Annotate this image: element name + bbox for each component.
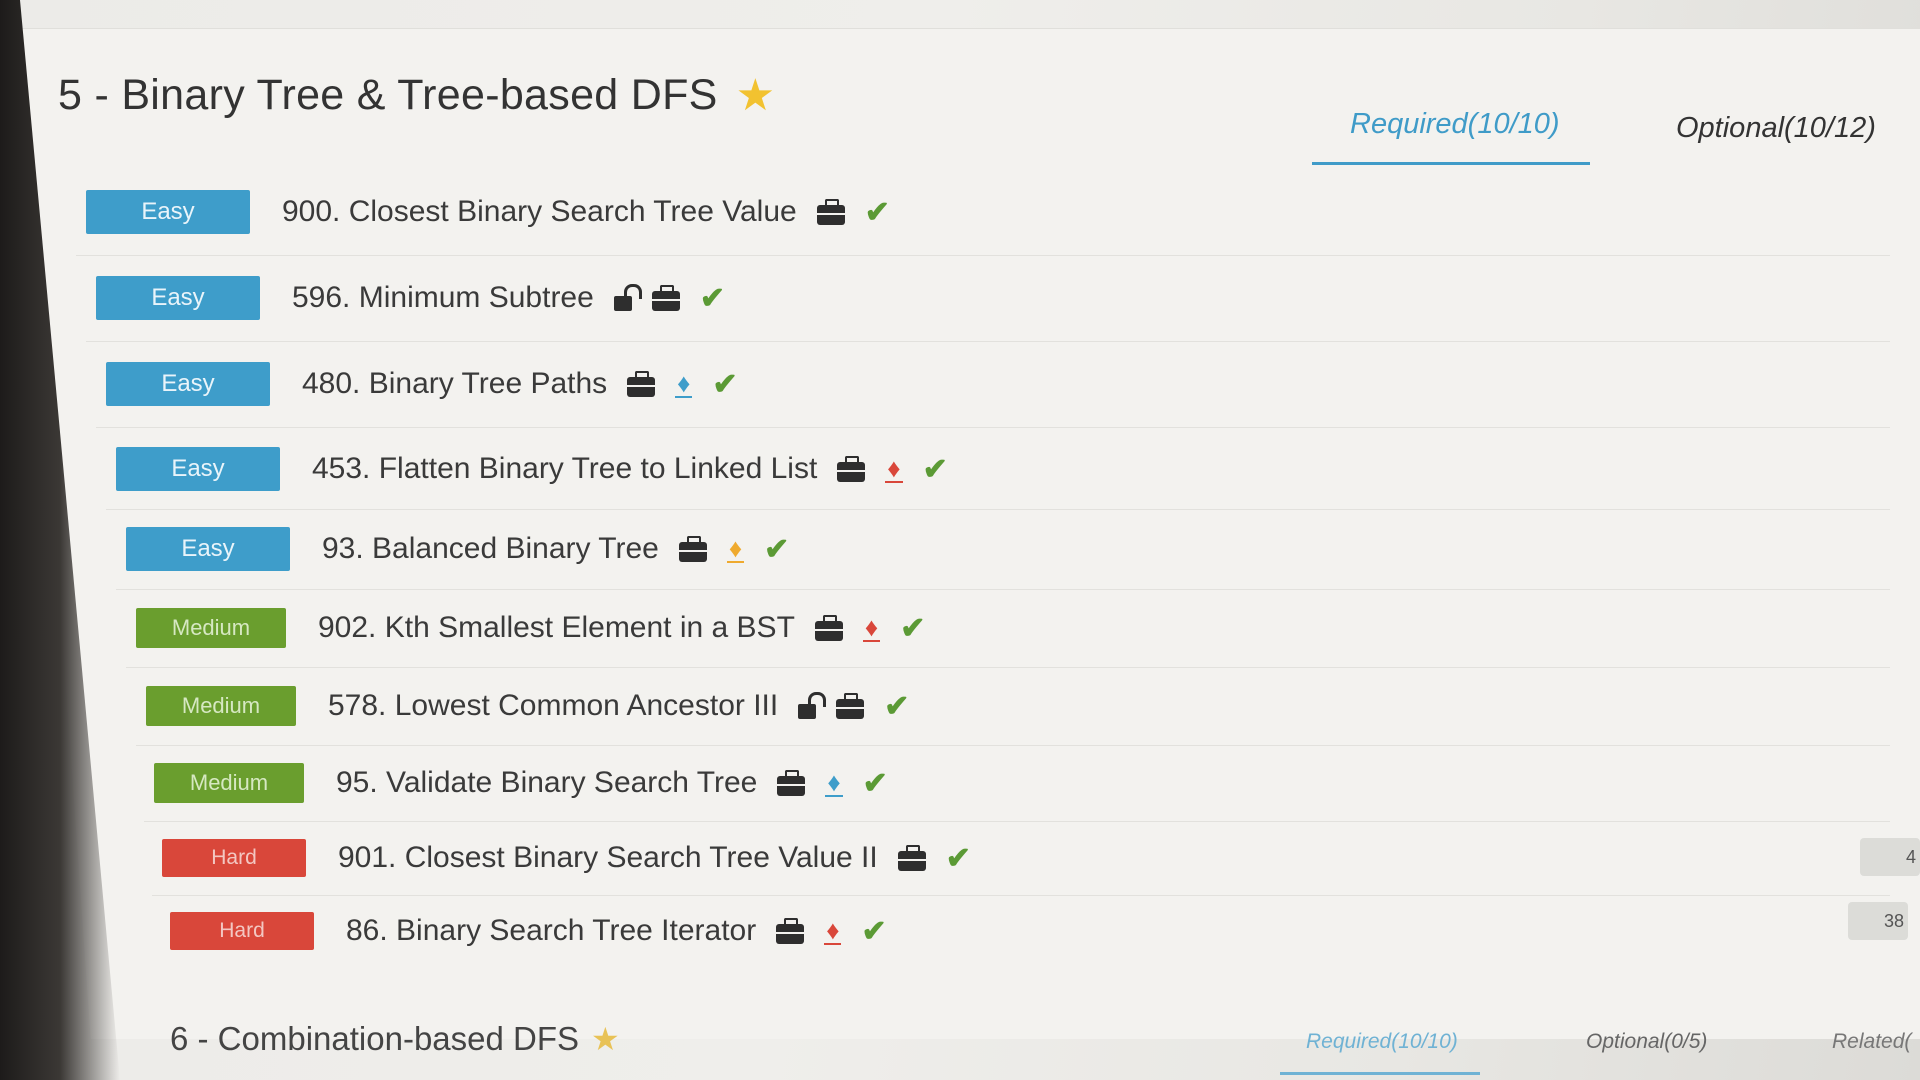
star-icon[interactable]: ★ (591, 1020, 620, 1058)
section-header: 5 - Binary Tree & Tree-based DFS ★ (58, 70, 775, 121)
check-icon: ✔ (862, 766, 888, 800)
check-icon: ✔ (945, 841, 971, 875)
briefcase-icon (897, 845, 926, 871)
row-divider (144, 821, 1890, 822)
unlock-icon (798, 691, 827, 719)
difficulty-badge[interactable]: Easy (106, 362, 270, 406)
check-icon: ✔ (764, 532, 790, 566)
problem-title[interactable]: 86. Binary Search Tree Iterator (346, 914, 756, 948)
check-icon: ✔ (712, 367, 738, 401)
difficulty-badge[interactable]: Hard (170, 912, 314, 950)
briefcase-icon (836, 693, 865, 719)
briefcase-icon (837, 456, 866, 482)
problem-title[interactable]: 596. Minimum Subtree (292, 281, 594, 315)
difficulty-badge[interactable]: Medium (136, 608, 286, 648)
flame-icon: ♦ (885, 453, 903, 483)
flame-icon: ♦ (726, 533, 745, 563)
screen: 5 - Binary Tree & Tree-based DFS ★ Requi… (0, 0, 1920, 1080)
difficulty-badge[interactable]: Hard (162, 839, 306, 877)
problem-title[interactable]: 93. Balanced Binary Tree (322, 532, 659, 566)
briefcase-icon (678, 536, 707, 562)
problem-row[interactable]: Medium 578. Lowest Common Ancestor III ✔ (146, 678, 909, 734)
check-icon: ✔ (884, 689, 910, 723)
briefcase-icon (814, 615, 843, 641)
problem-row[interactable]: Hard 86. Binary Search Tree Iterator ♦ ✔ (170, 903, 887, 959)
problem-row[interactable]: Hard 901. Closest Binary Search Tree Valu… (162, 830, 971, 886)
row-divider (152, 895, 1890, 896)
row-divider (96, 427, 1890, 428)
problem-row[interactable]: Medium 902. Kth Smallest Element in a BST… (136, 600, 925, 656)
problem-row[interactable]: Easy 596. Minimum Subtree ✔ (96, 270, 725, 326)
problem-title[interactable]: 95. Validate Binary Search Tree (336, 766, 757, 800)
problem-title[interactable]: 902. Kth Smallest Element in a BST (318, 611, 795, 645)
check-icon: ✔ (900, 611, 926, 645)
difficulty-badge[interactable]: Easy (96, 276, 260, 320)
next-section-header: 6 - Combination-based DFS ★ (170, 1020, 620, 1058)
section-title: 5 - Binary Tree & Tree-based DFS (58, 71, 718, 119)
side-count-badge: 4 (1860, 838, 1920, 876)
problem-row[interactable]: Easy 453. Flatten Binary Tree to Linked L… (116, 441, 948, 497)
section-tabs: Required(10/10) Optional(10/12) (1310, 108, 1910, 178)
difficulty-badge[interactable]: Easy (86, 190, 250, 234)
unlock-icon (613, 283, 642, 311)
problem-title[interactable]: 453. Flatten Binary Tree to Linked List (312, 452, 817, 486)
problem-row[interactable]: Medium 95. Validate Binary Search Tree ♦ ✔ (154, 755, 888, 811)
difficulty-badge[interactable]: Medium (146, 686, 296, 726)
difficulty-badge[interactable]: Easy (126, 527, 290, 571)
star-icon[interactable]: ★ (736, 70, 776, 121)
problem-row[interactable]: Easy 900. Closest Binary Search Tree Valu… (86, 184, 890, 240)
next-tab-related[interactable]: Related( (1832, 1030, 1911, 1054)
briefcase-icon (777, 770, 806, 796)
next-tab-required[interactable]: Required(10/10) (1280, 1030, 1480, 1075)
briefcase-icon (816, 199, 845, 225)
flame-icon: ♦ (825, 767, 843, 797)
side-count-badge: 38 (1848, 902, 1908, 940)
briefcase-icon (651, 285, 680, 311)
row-divider (136, 745, 1890, 746)
problem-row[interactable]: Easy 93. Balanced Binary Tree ♦ ✔ (126, 521, 789, 577)
tab-optional[interactable]: Optional(10/12) (1676, 112, 1876, 145)
problem-title[interactable]: 900. Closest Binary Search Tree Value (282, 195, 797, 229)
problem-title[interactable]: 480. Binary Tree Paths (302, 367, 607, 401)
problem-title[interactable]: 578. Lowest Common Ancestor III (328, 689, 778, 723)
briefcase-icon (776, 918, 805, 944)
flame-icon: ♦ (675, 368, 693, 398)
row-divider (126, 667, 1890, 668)
check-icon: ✔ (922, 452, 948, 486)
flame-icon: ♦ (862, 612, 881, 642)
row-divider (116, 589, 1890, 590)
next-section-title: 6 - Combination-based DFS (170, 1020, 580, 1057)
flame-icon: ♦ (824, 915, 842, 945)
row-divider (106, 509, 1890, 510)
difficulty-badge[interactable]: Medium (154, 763, 304, 803)
row-divider (76, 255, 1890, 256)
check-icon: ✔ (861, 914, 887, 948)
check-icon: ✔ (864, 195, 890, 229)
problem-title[interactable]: 901. Closest Binary Search Tree Value II (338, 841, 878, 875)
briefcase-icon (627, 371, 656, 397)
tab-required[interactable]: Required(10/10) (1312, 108, 1590, 165)
problem-row[interactable]: Easy 480. Binary Tree Paths ♦ ✔ (106, 356, 738, 412)
difficulty-badge[interactable]: Easy (116, 447, 280, 491)
row-divider (86, 341, 1890, 342)
check-icon: ✔ (699, 281, 725, 315)
next-tab-optional[interactable]: Optional(0/5) (1586, 1030, 1707, 1054)
